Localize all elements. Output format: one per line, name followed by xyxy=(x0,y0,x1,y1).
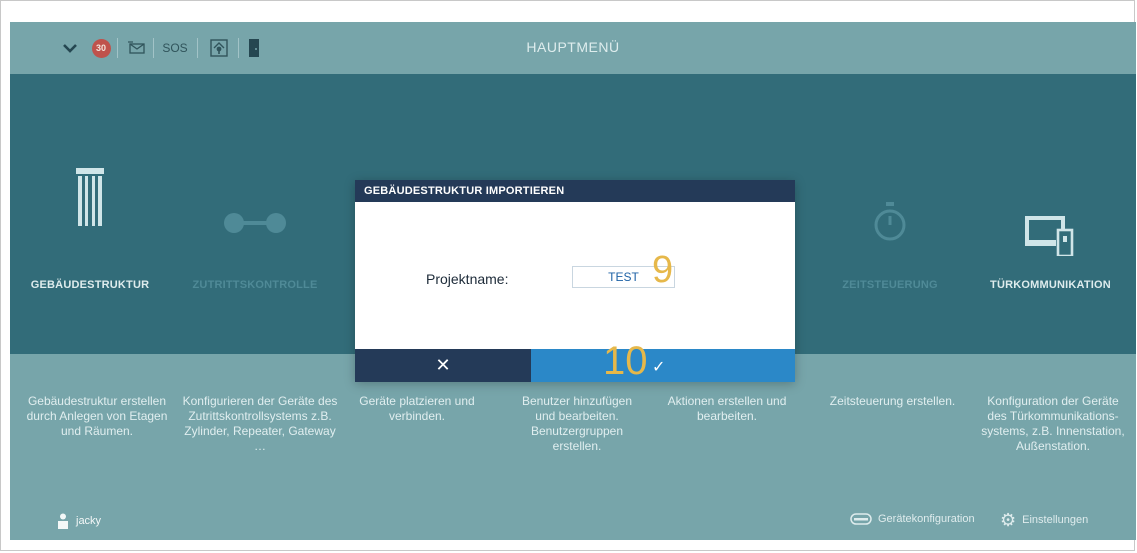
check-icon: ✓ xyxy=(652,359,666,376)
cancel-button[interactable]: ✕ xyxy=(355,349,531,382)
app-window: 30 SOS HAUPTMENÜ GEBÄUDESTRUKTUR ZUTRITT… xyxy=(10,22,1136,540)
dialog-body: Projektname: 9 xyxy=(355,202,795,349)
close-icon: ✕ xyxy=(435,355,451,375)
confirm-button[interactable]: 10 ✓ xyxy=(531,341,795,382)
import-dialog: GEBÄUDESTRUKTUR IMPORTIEREN Projektname:… xyxy=(355,180,795,382)
dialog-title: GEBÄUDESTRUKTUR IMPORTIEREN xyxy=(355,180,795,202)
step-annotation: 10 xyxy=(603,339,648,383)
project-name-label: Projektname: xyxy=(426,271,509,287)
dialog-footer: ✕ 10 ✓ xyxy=(355,341,795,382)
step-annotation: 9 xyxy=(652,249,674,291)
